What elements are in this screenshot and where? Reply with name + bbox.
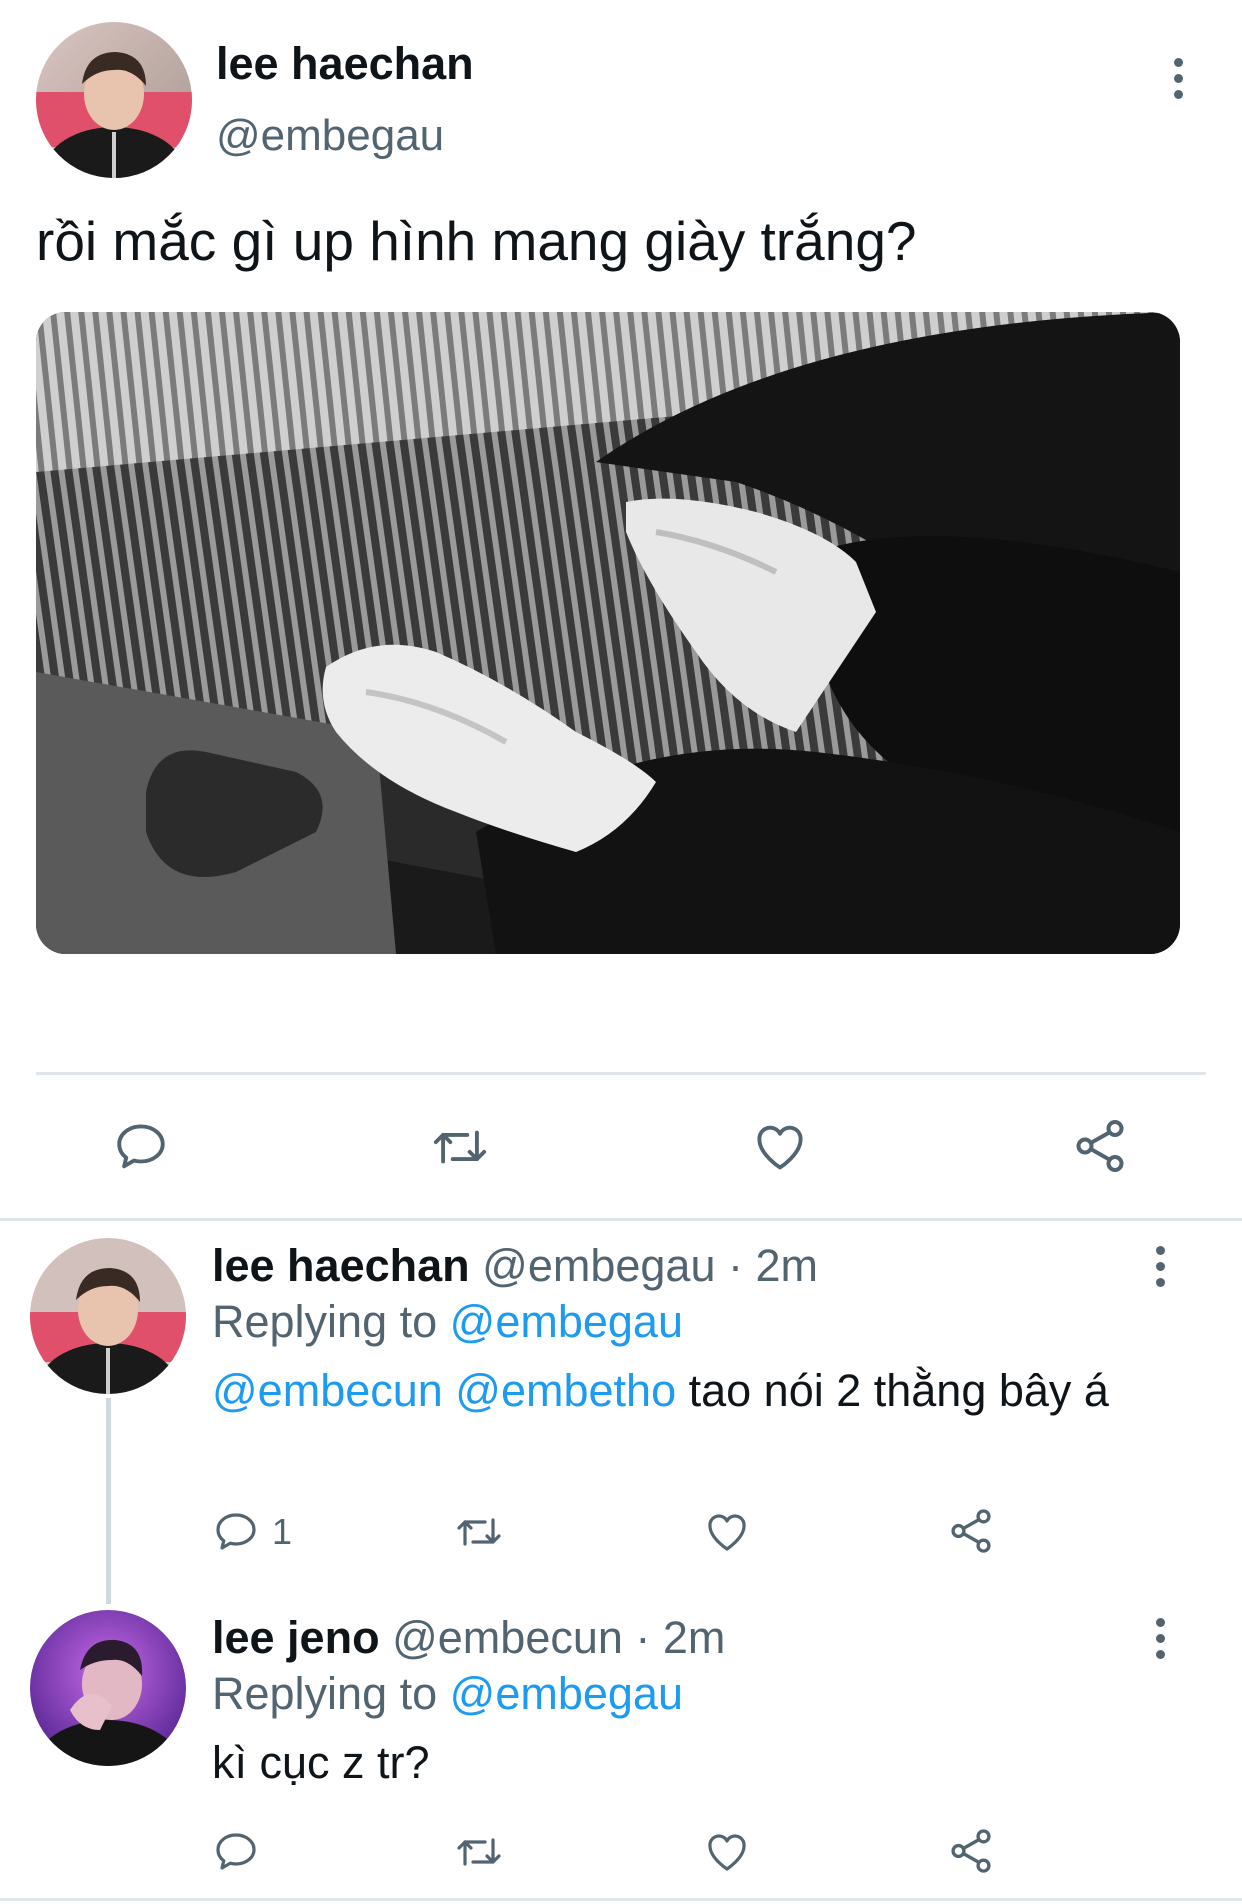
more-vertical-icon[interactable] — [1166, 58, 1190, 99]
reply-count: 1 — [272, 1511, 293, 1552]
more-vertical-icon[interactable] — [1148, 1618, 1172, 1659]
reply-header: lee haechan @embegau · 2m — [212, 1240, 818, 1292]
avatar[interactable] — [30, 1610, 186, 1766]
divider — [0, 1218, 1242, 1221]
display-name[interactable]: lee jeno — [212, 1612, 380, 1663]
replying-label: Replying to — [212, 1296, 438, 1347]
display-name[interactable]: lee haechan — [216, 38, 474, 90]
share-icon[interactable] — [946, 1506, 996, 1556]
thread-line — [106, 1398, 111, 1604]
user-handle[interactable]: @embegau — [216, 110, 444, 162]
share-icon[interactable] — [1070, 1116, 1130, 1176]
heart-icon[interactable] — [702, 1828, 752, 1876]
mention-link[interactable]: @embegau — [450, 1668, 683, 1719]
reply-text: kì cục z tr? — [212, 1737, 430, 1788]
replying-to: Replying to @embegau — [212, 1296, 683, 1348]
divider — [0, 1898, 1242, 1901]
retweet-icon[interactable] — [428, 1118, 492, 1176]
reply-icon[interactable] — [212, 1828, 260, 1876]
reply-header: lee jeno @embecun · 2m — [212, 1612, 725, 1664]
replying-label: Replying to — [212, 1668, 438, 1719]
mention-link[interactable]: @embecun @embetho — [212, 1365, 676, 1416]
avatar[interactable] — [30, 1238, 186, 1394]
display-name[interactable]: lee haechan — [212, 1240, 470, 1291]
reply-icon[interactable] — [212, 1508, 260, 1556]
replying-to: Replying to @embegau — [212, 1668, 683, 1720]
reply-text: @embecun @embetho tao nói 2 thằng bây á — [212, 1364, 1152, 1418]
reply-icon[interactable] — [112, 1118, 170, 1176]
mention-link[interactable]: @embegau — [450, 1296, 683, 1347]
tweet-text: rồi mắc gì up hình mang giày trắng? — [36, 210, 917, 272]
user-handle[interactable]: @embegau — [482, 1240, 715, 1291]
user-handle[interactable]: @embecun — [392, 1612, 623, 1663]
tweet-photo[interactable] — [36, 312, 1180, 954]
reply-body: tao nói 2 thằng bây á — [676, 1365, 1109, 1416]
heart-icon[interactable] — [750, 1118, 810, 1176]
timestamp: · 2m — [728, 1240, 818, 1291]
heart-icon[interactable] — [702, 1508, 752, 1556]
retweet-icon[interactable] — [452, 1828, 506, 1876]
avatar[interactable] — [36, 22, 192, 178]
retweet-icon[interactable] — [452, 1508, 506, 1556]
divider — [36, 1072, 1206, 1075]
more-vertical-icon[interactable] — [1148, 1246, 1172, 1287]
share-icon[interactable] — [946, 1826, 996, 1876]
timestamp: · 2m — [635, 1612, 726, 1663]
